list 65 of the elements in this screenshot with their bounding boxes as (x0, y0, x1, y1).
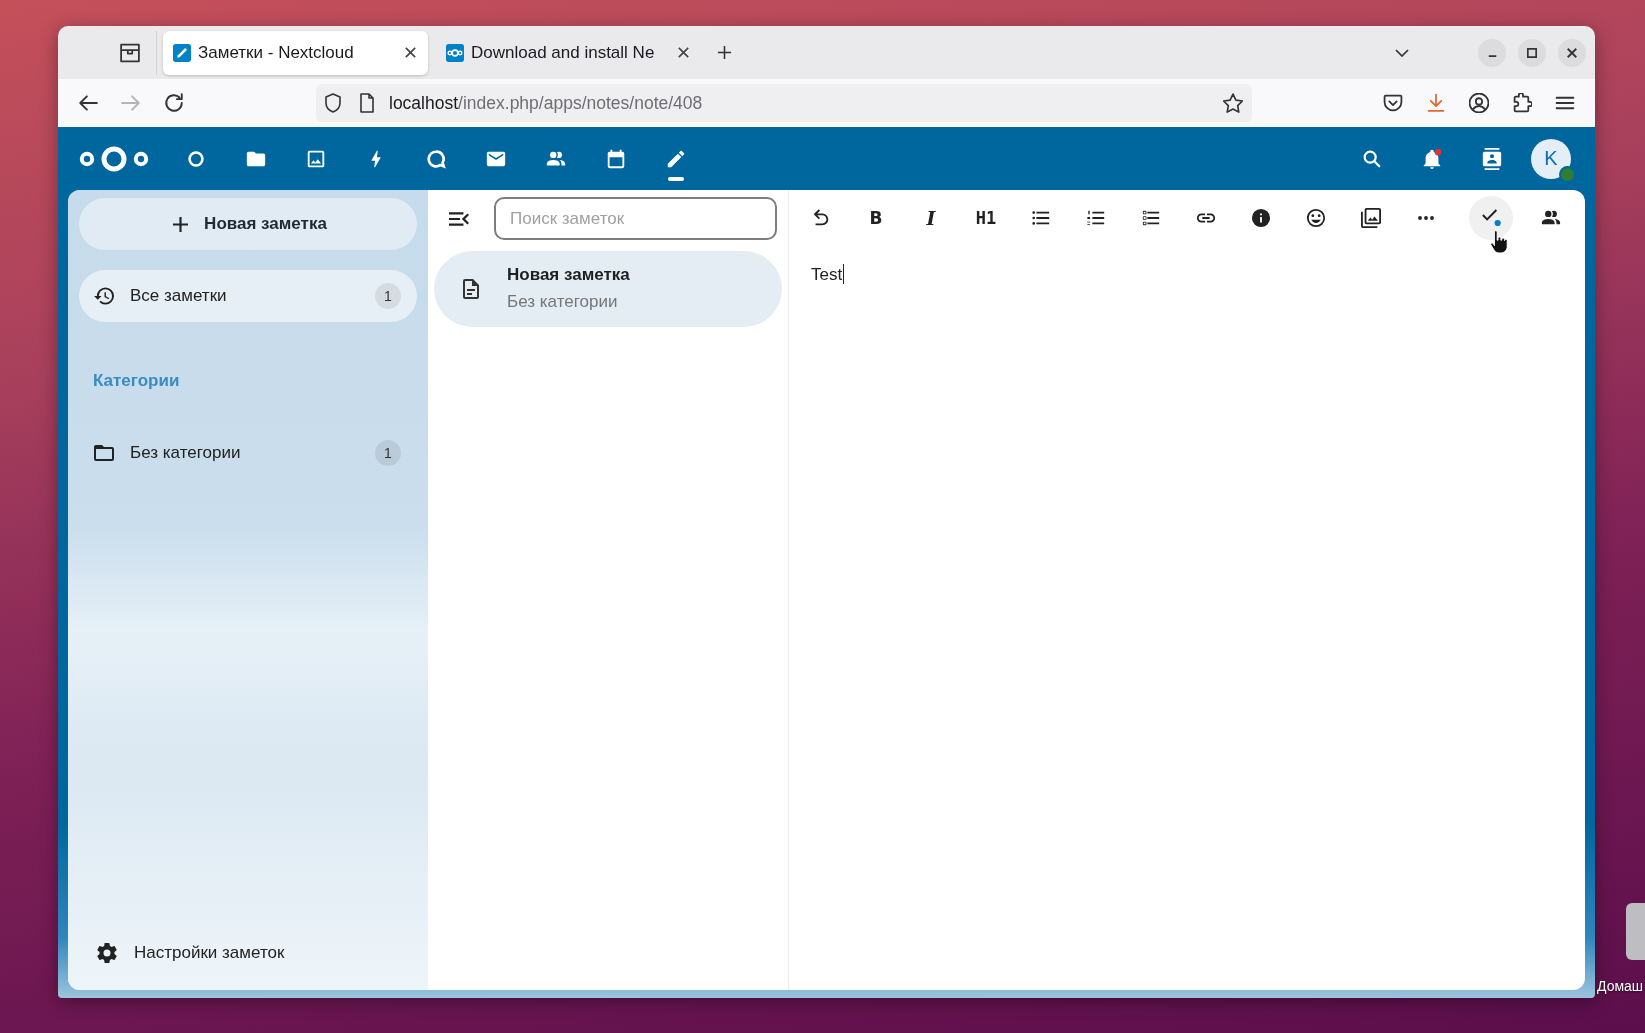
more-dots-icon (1418, 216, 1434, 220)
undo-icon (811, 208, 831, 228)
bullet-list-icon (1031, 208, 1051, 228)
shield-icon[interactable] (323, 93, 343, 113)
calendar-icon (605, 148, 627, 170)
plus-icon (716, 45, 732, 60)
note-category: Без категории (507, 291, 618, 313)
close-window-button[interactable] (1558, 38, 1586, 67)
search-field[interactable]: Поиск заметок (494, 197, 777, 240)
settings-button[interactable]: Настройки заметок (79, 927, 285, 979)
italic-button[interactable]: I (909, 196, 953, 240)
desktop-icon-label[interactable]: Домаш (1597, 978, 1644, 994)
maximize-button[interactable] (1518, 38, 1546, 67)
star-icon[interactable] (1223, 93, 1243, 113)
history-icon (94, 286, 114, 306)
reload-icon (164, 93, 184, 113)
count-badge: 1 (375, 440, 401, 466)
new-note-button[interactable]: Новая заметка (79, 198, 417, 250)
pencil-favicon-icon (173, 43, 191, 62)
browser-tab[interactable]: Заметки - Nextcloud (163, 30, 428, 75)
tile-icon[interactable] (1626, 903, 1645, 960)
user-avatar[interactable]: K (1531, 138, 1571, 179)
logo-icon[interactable] (78, 144, 150, 173)
images-icon (1361, 208, 1381, 228)
folder-outline-icon (94, 443, 114, 463)
maximize-icon (1527, 47, 1537, 58)
hand-pointer-icon (1489, 230, 1509, 254)
category-item[interactable]: Без категории 1 (79, 427, 417, 479)
save-status-button[interactable] (1469, 196, 1513, 240)
arrow-right-icon (121, 93, 141, 113)
download-icon (1426, 93, 1446, 113)
page-icon (357, 93, 377, 113)
ring-icon (185, 148, 207, 170)
nav-item[interactable]: Все заметки 1 (79, 270, 417, 322)
arrow-left-icon (78, 93, 98, 113)
pocket-icon (1383, 93, 1403, 113)
image-icon (305, 148, 327, 170)
address-bar[interactable]: localhost/index.php/apps/notes/note/408 (316, 84, 1252, 122)
checklist-icon (1141, 208, 1161, 228)
note-editor-field[interactable]: Test (789, 240, 1585, 990)
note-item[interactable]: Новая заметка Без категории (434, 251, 782, 327)
rings-favicon-icon (446, 43, 464, 62)
browser-tab[interactable]: Download and install Ne (436, 30, 701, 75)
count-badge: 1 (375, 283, 401, 309)
document-icon (461, 279, 481, 299)
text-caret-icon (843, 264, 845, 284)
settings-icon (97, 943, 117, 963)
chat-bubble-icon (425, 148, 447, 170)
close-icon[interactable] (405, 47, 416, 58)
plus-icon (173, 216, 189, 232)
numbered-list-icon (1086, 208, 1106, 228)
close-icon[interactable] (678, 47, 689, 58)
heading-button[interactable]: H1 (964, 196, 1008, 240)
puzzle-icon (1512, 93, 1532, 113)
bold-button[interactable]: B (854, 196, 898, 240)
note-title: Новая заметка (507, 264, 630, 286)
tray-icon (120, 42, 140, 63)
section-heading: Категории (92, 370, 180, 392)
contact-card-icon (1481, 147, 1503, 170)
info-icon (1251, 208, 1271, 228)
close-icon (1567, 47, 1577, 58)
smiley-icon (1306, 208, 1326, 228)
chevron-down-icon (1395, 48, 1409, 57)
pencil-icon (665, 148, 687, 170)
minimize-icon (1487, 54, 1497, 57)
